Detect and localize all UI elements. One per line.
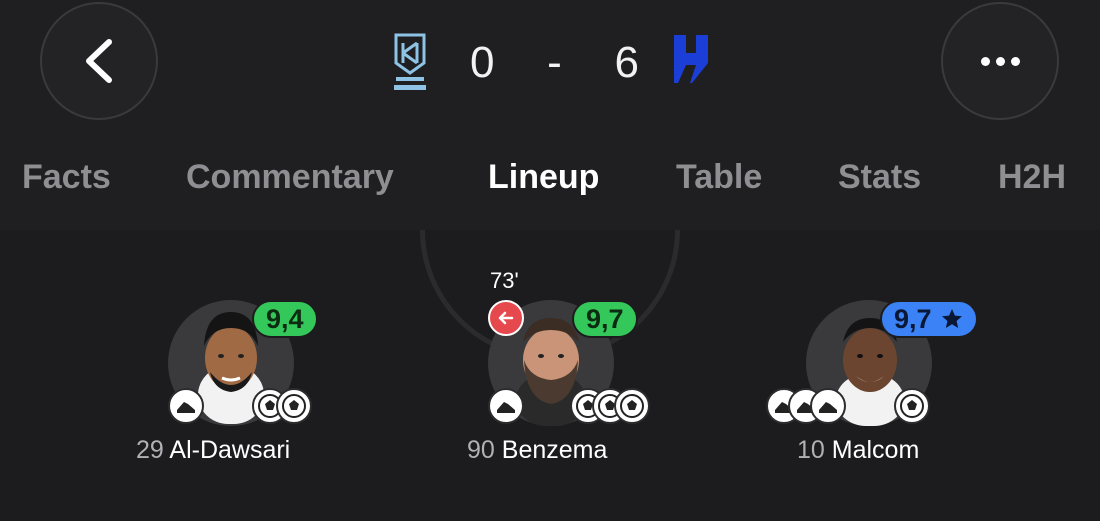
player-name: 29 Al-Dawsari [136,436,290,465]
home-score: 0 [470,38,496,87]
match-tabs: Facts Commentary Lineup Table Stats H2H [0,150,1100,210]
home-team-logo[interactable] [390,33,430,95]
away-team-logo[interactable] [668,33,714,85]
player-name: 10 Malcom [797,436,919,465]
goal-ball-icon [276,388,312,424]
player-name-text: Al-Dawsari [169,436,291,464]
goal-ball-icon [894,388,930,424]
player-number: 90 [467,436,495,464]
goal-ball-icon [614,388,650,424]
player-number: 29 [136,436,164,464]
tab-stats[interactable]: Stats [838,158,921,197]
boot-icon [168,388,204,424]
rating-value: 9,4 [266,303,304,334]
more-options-button[interactable] [941,2,1059,120]
substitution-time: 73' [490,268,519,293]
rating-badge: 9,7 [572,300,638,338]
score-separator: - [547,38,563,87]
star-icon [941,309,962,328]
player-number: 10 [797,436,825,464]
rating-badge: 9,4 [252,300,318,338]
more-horizontal-icon [980,56,1020,66]
boot-icon [488,388,524,424]
tab-facts[interactable]: Facts [22,158,111,197]
tab-table[interactable]: Table [676,158,762,197]
match-score: 0 - 6 [470,38,640,88]
player-name: 90 Benzema [467,436,607,465]
substitution-out-icon [488,300,524,336]
player-name-text: Benzema [501,436,608,464]
lineup-pitch: 9,4 29 Al-Dawsari 73' 9,7 90 Benzema 9,7… [0,230,1100,521]
back-button[interactable] [40,2,158,120]
tab-commentary[interactable]: Commentary [186,158,394,197]
rating-value: 9,7 [586,303,624,334]
chevron-left-icon [86,39,112,83]
rating-value: 9,7 [894,303,932,334]
boot-icon [810,388,846,424]
match-header: 0 - 6 Facts Commentary Lineup Table Stat… [0,0,1100,230]
away-score: 6 [614,38,640,87]
rating-badge: 9,7 [880,300,978,338]
tab-lineup[interactable]: Lineup [488,158,599,197]
tab-h2h[interactable]: H2H [998,158,1066,197]
player-name-text: Malcom [831,436,920,464]
